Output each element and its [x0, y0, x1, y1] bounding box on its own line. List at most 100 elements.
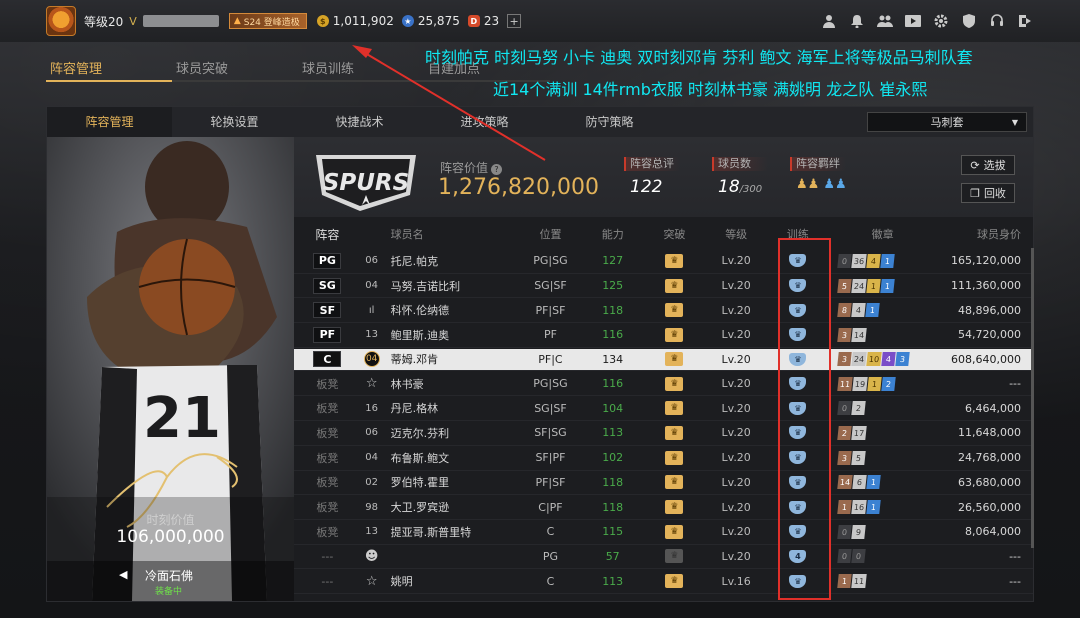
player-name[interactable]: 马努.吉诺比利 [383, 278, 514, 294]
header-player-name[interactable]: 球员名 [383, 226, 514, 242]
subtab-offense-strategy[interactable]: 进攻策略 [422, 107, 547, 137]
badge-count-silver[interactable]: 5 [851, 450, 866, 465]
table-row[interactable]: --- ☻ PG 57 ♛ Lv.20 4 00 --- [294, 545, 1033, 570]
table-row[interactable]: PG 06 托尼.帕克 PG|SG 127 ♛ Lv.20 ♛ 0 36 4 1 16… [294, 249, 1033, 274]
breakthrough-crown-icon[interactable]: ♛ [665, 500, 684, 515]
friends-icon[interactable] [876, 12, 894, 30]
header-lineup[interactable]: 阵容 [294, 226, 361, 243]
badge-count-silver[interactable]: 11 [851, 574, 867, 589]
badge-count-silver[interactable]: 17 [851, 425, 867, 440]
breakthrough-crown-icon[interactable]: ♛ [665, 475, 684, 490]
badge-count-blue[interactable]: 2 [881, 376, 896, 391]
badge-count-gray[interactable]: 0 [837, 549, 852, 564]
lineup-slot-chip[interactable]: SG [313, 277, 342, 294]
bond-people-gold-icon[interactable]: ♟♟ [796, 177, 819, 192]
badge-count-gold[interactable]: 4 [866, 253, 881, 268]
lineup-slot-chip[interactable]: C [313, 351, 342, 368]
player-name[interactable]: 迈克尔.芬利 [383, 425, 514, 441]
tab-player-breakthrough[interactable]: 球员突破 [172, 52, 298, 82]
lineup-select-dropdown[interactable]: 马刺套 ▼ [867, 112, 1027, 132]
profile-icon[interactable] [820, 12, 838, 30]
header-breakthrough[interactable]: 突破 [639, 226, 711, 242]
badge-count-silver[interactable]: 6 [852, 475, 867, 490]
tab-lineup-management[interactable]: 阵容管理 [46, 52, 172, 82]
header-level[interactable]: 等级 [710, 226, 762, 242]
breakthrough-crown-icon[interactable]: ♛ [665, 450, 684, 465]
badge-count-silver[interactable]: 24 [851, 278, 867, 293]
table-row[interactable]: 板凳 04 布鲁斯.鲍文 SF|PF 102 ♛ Lv.20 ♛ 35 24,7… [294, 446, 1033, 471]
table-row[interactable]: 板凳 98 大卫.罗宾逊 C|PF 118 ♛ Lv.20 ♛ 1 16 1 26,… [294, 495, 1033, 520]
player-name[interactable]: 大卫.罗宾逊 [383, 499, 514, 515]
select-button[interactable]: ⟳ 选拔 [961, 155, 1015, 175]
breakthrough-crown-icon[interactable]: ♛ [665, 278, 684, 293]
badge-count-silver[interactable]: 9 [851, 524, 866, 539]
player-name[interactable]: 布鲁斯.鲍文 [383, 450, 514, 466]
player-name[interactable]: 丹尼.格林 [383, 400, 514, 416]
season-badge[interactable]: ▲ S24 登峰造极 [228, 13, 307, 29]
badge-count-blue[interactable]: 1 [866, 500, 881, 515]
player-name[interactable]: 蒂姆.邓肯 [383, 351, 514, 367]
breakthrough-crown-icon[interactable]: ♛ [665, 401, 684, 416]
badge-count-bronze[interactable]: 3 [837, 450, 852, 465]
subtab-rotation[interactable]: 轮换设置 [172, 107, 297, 137]
badge-count-gold[interactable]: 1 [867, 376, 882, 391]
player-name[interactable]: 姚明 [383, 573, 514, 589]
badge-count-blue[interactable]: 1 [866, 475, 881, 490]
badge-count-silver[interactable]: 24 [851, 352, 867, 367]
badge-count-bronze[interactable]: 3 [837, 352, 852, 367]
badge-count-silver[interactable]: 14 [851, 327, 867, 342]
badge-count-bronze[interactable]: 5 [837, 278, 852, 293]
badge-count-bronze[interactable]: 3 [837, 327, 852, 342]
table-row[interactable]: 板凳 ☆ 林书豪 PG|SG 116 ♛ Lv.20 ♛ 11 19 1 2 --- [294, 372, 1033, 397]
help-question-icon[interactable]: ? [491, 164, 503, 175]
badge-count-gold[interactable]: 10 [866, 352, 882, 367]
badge-count-bronze[interactable]: 1 [837, 500, 852, 515]
breakthrough-crown-icon[interactable]: ♛ [665, 376, 684, 391]
breakthrough-crown-icon[interactable]: ♛ [665, 425, 684, 440]
player-name[interactable]: 托尼.帕克 [383, 253, 514, 269]
player-name[interactable]: 罗伯特.霍里 [383, 474, 514, 490]
bond-people-blue-icon[interactable]: ♟♟ [823, 177, 846, 192]
table-row[interactable]: SG 04 马努.吉诺比利 SG|SF 125 ♛ Lv.20 ♛ 5 24 1 1 … [294, 274, 1033, 299]
breakthrough-crown-icon[interactable]: ♛ [665, 524, 684, 539]
lineup-slot-chip[interactable]: PG [313, 252, 342, 269]
settings-gear-icon[interactable] [932, 12, 950, 30]
badge-count-silver[interactable]: 2 [851, 401, 866, 416]
table-row[interactable]: 板凳 02 罗伯特.霍里 PF|SF 118 ♛ Lv.20 ♛ 14 6 1 63… [294, 471, 1033, 496]
table-row[interactable]: 板凳 16 丹尼.格林 SG|SF 104 ♛ Lv.20 ♛ 02 6,464… [294, 396, 1033, 422]
subtab-lineup[interactable]: 阵容管理 [47, 107, 172, 137]
badge-count-silver[interactable]: 36 [851, 253, 867, 268]
table-row[interactable]: SF ıl 科怀.伦纳德 PF|SF 118 ♛ Lv.20 ♛ 841 48,… [294, 298, 1033, 324]
table-row[interactable]: 板凳 06 迈克尔.芬利 SF|SG 113 ♛ Lv.20 ♛ 2 17 11,… [294, 421, 1033, 446]
badge-count-gray[interactable]: 0 [837, 401, 852, 416]
breakthrough-crown-icon[interactable]: ♛ [665, 253, 684, 268]
breakthrough-crown-icon[interactable]: ♛ [665, 549, 684, 564]
tab-player-training[interactable]: 球员训练 [298, 52, 424, 82]
team-bond-icons[interactable]: ♟♟ ♟♟ [790, 177, 847, 192]
notification-bell-icon[interactable] [848, 12, 866, 30]
badge-count-purple[interactable]: 4 [881, 352, 896, 367]
table-row[interactable]: C 04 蒂姆.邓肯 PF|C 134 ♛ Lv.20 ♛ 3 24 10 4 3 60… [294, 348, 1033, 371]
breakthrough-crown-icon[interactable]: ♛ [665, 574, 684, 589]
header-badges[interactable]: 徽章 [834, 226, 932, 242]
breakthrough-crown-icon[interactable]: ♛ [665, 303, 684, 318]
badge-count-gray[interactable]: 0 [851, 549, 866, 564]
badge-count-blue[interactable]: 1 [880, 278, 895, 293]
badge-count-bronze[interactable]: 14 [837, 475, 853, 490]
table-row[interactable]: --- ☆ 姚明 C 113 ♛ Lv.16 ♛ 1 11 --- [294, 569, 1033, 594]
breakthrough-crown-icon[interactable]: ♛ [665, 327, 684, 342]
table-row[interactable]: PF 13 鲍里斯.迪奥 PF 116 ♛ Lv.20 ♛ 3 14 54,720… [294, 323, 1033, 348]
player-name[interactable]: 林书豪 [383, 376, 514, 392]
breakthrough-crown-icon[interactable]: ♛ [665, 352, 684, 367]
table-row[interactable]: 板凳 13 提亚哥.斯普里特 C 115 ♛ Lv.20 ♛ 09 8,064,… [294, 520, 1033, 545]
lineup-slot-chip[interactable]: PF [313, 326, 342, 343]
badge-count-gold[interactable]: 1 [866, 278, 881, 293]
featured-player-card[interactable]: 21 时刻价值 106,000,000 ◀ 冷面石佛 装备中 [47, 137, 294, 601]
badge-count-bronze[interactable]: 8 [837, 303, 852, 318]
badge-count-blue[interactable]: 3 [895, 352, 910, 367]
player-name[interactable]: 鲍里斯.迪奥 [383, 327, 514, 343]
support-headset-icon[interactable] [988, 12, 1006, 30]
header-ability[interactable]: 能力 [587, 226, 639, 242]
header-position[interactable]: 位置 [514, 226, 587, 242]
badge-count-gray[interactable]: 0 [837, 524, 852, 539]
